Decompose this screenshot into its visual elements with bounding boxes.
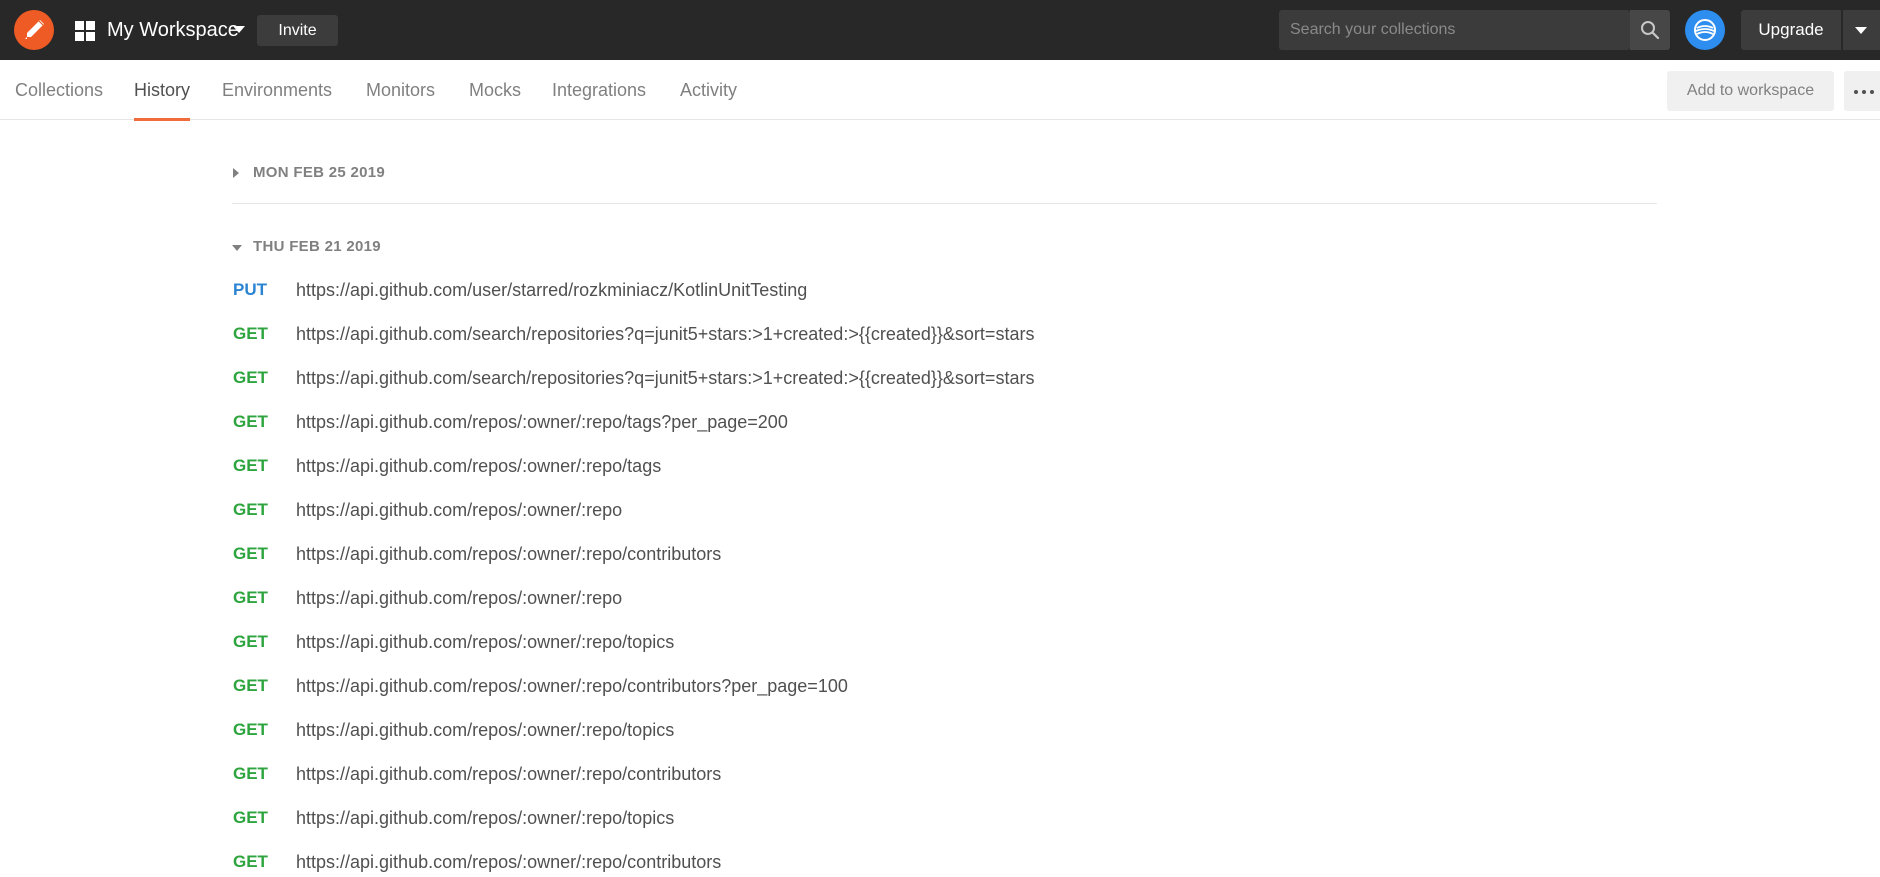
- request-method: GET: [233, 456, 268, 475]
- chevron-down-icon: [1855, 27, 1867, 34]
- request-method: GET: [233, 544, 268, 563]
- grid-icon[interactable]: [75, 21, 95, 41]
- request-url: https://api.github.com/repos/:owner/:rep…: [296, 720, 675, 740]
- history-request-row[interactable]: GET https://api.github.com/repos/:owner/:…: [232, 842, 1657, 877]
- tab-monitors[interactable]: Monitors: [366, 60, 435, 120]
- search-box: [1279, 10, 1630, 50]
- search-icon: [1641, 21, 1660, 40]
- request-url: https://api.github.com/repos/:owner/:rep…: [296, 632, 675, 652]
- request-url: https://api.github.com/repos/:owner/:rep…: [296, 456, 662, 476]
- request-method: GET: [233, 676, 268, 695]
- upgrade-button[interactable]: Upgrade: [1741, 10, 1841, 50]
- request-method: GET: [233, 412, 268, 431]
- request-url: https://api.github.com/search/repositori…: [296, 368, 1035, 388]
- chevron-down-icon[interactable]: [233, 26, 245, 33]
- sync-status-icon[interactable]: [1685, 10, 1725, 50]
- history-request-row[interactable]: GET https://api.github.com/repos/:owner/:…: [232, 798, 1657, 842]
- tab-integrations[interactable]: Integrations: [552, 60, 646, 120]
- history-request-row[interactable]: GET https://api.github.com/repos/:owner/:…: [232, 490, 1657, 534]
- history-group-date[interactable]: MON FEB 25 2019: [253, 161, 385, 185]
- tab-environments[interactable]: Environments: [222, 60, 332, 120]
- request-method: GET: [233, 632, 268, 651]
- search-button[interactable]: [1630, 10, 1670, 50]
- tab-history[interactable]: History: [134, 60, 191, 121]
- history-request-list: PUT https://api.github.com/user/starred/r…: [232, 270, 1657, 877]
- history-request-row[interactable]: GET https://api.github.com/search/reposit…: [232, 358, 1657, 402]
- postman-logo-icon[interactable]: [14, 10, 54, 50]
- history-request-row[interactable]: GET https://api.github.com/repos/:owner/:…: [232, 754, 1657, 798]
- request-url: https://api.github.com/repos/:owner/:rep…: [296, 544, 722, 564]
- request-method: GET: [233, 808, 268, 827]
- invite-button[interactable]: Invite: [257, 15, 338, 46]
- add-to-workspace-button[interactable]: Add to workspace: [1667, 71, 1834, 111]
- top-bar: My Workspace Invite Upgrade: [0, 0, 1880, 60]
- request-method: GET: [233, 324, 268, 343]
- request-url: https://api.github.com/repos/:owner/:rep…: [296, 852, 722, 872]
- request-url: https://api.github.com/repos/:owner/:rep…: [296, 500, 623, 520]
- request-url: https://api.github.com/search/repositori…: [296, 324, 1035, 344]
- request-method: GET: [233, 764, 268, 783]
- request-method: GET: [233, 852, 268, 871]
- workspace-switcher[interactable]: My Workspace: [107, 18, 239, 42]
- tab-activity[interactable]: Activity: [680, 60, 737, 120]
- request-url: https://api.github.com/repos/:owner/:rep…: [296, 412, 788, 432]
- request-method: PUT: [233, 280, 267, 299]
- request-method: GET: [233, 368, 268, 387]
- request-method: GET: [233, 588, 268, 607]
- history-request-row[interactable]: GET https://api.github.com/search/reposit…: [232, 314, 1657, 358]
- more-options-icon[interactable]: [1844, 71, 1880, 111]
- chevron-right-icon[interactable]: [233, 168, 239, 178]
- upgrade-dropdown-button[interactable]: [1843, 10, 1880, 50]
- request-url: https://api.github.com/user/starred/rozk…: [296, 280, 808, 300]
- history-request-row[interactable]: GET https://api.github.com/repos/:owner/:…: [232, 666, 1657, 710]
- history-request-row[interactable]: GET https://api.github.com/repos/:owner/:…: [232, 534, 1657, 578]
- history-request-row[interactable]: GET https://api.github.com/repos/:owner/:…: [232, 446, 1657, 490]
- search-input[interactable]: [1279, 10, 1629, 50]
- chevron-down-icon[interactable]: [232, 245, 242, 251]
- history-group-date[interactable]: THU FEB 21 2019: [253, 235, 381, 259]
- tab-bar: Collections History Environments Monitor…: [0, 60, 1880, 121]
- history-request-row[interactable]: GET https://api.github.com/repos/:owner/:…: [232, 710, 1657, 754]
- history-request-row[interactable]: PUT https://api.github.com/user/starred/r…: [232, 270, 1657, 314]
- tab-mocks[interactable]: Mocks: [469, 60, 521, 120]
- history-request-row[interactable]: GET https://api.github.com/repos/:owner/:…: [232, 578, 1657, 622]
- tab-collections[interactable]: Collections: [15, 60, 103, 120]
- history-request-row[interactable]: GET https://api.github.com/repos/:owner/:…: [232, 622, 1657, 666]
- request-method: GET: [233, 720, 268, 739]
- request-url: https://api.github.com/repos/:owner/:rep…: [296, 764, 722, 784]
- request-url: https://api.github.com/repos/:owner/:rep…: [296, 808, 675, 828]
- request-url: https://api.github.com/repos/:owner/:rep…: [296, 676, 848, 696]
- request-method: GET: [233, 500, 268, 519]
- history-request-row[interactable]: GET https://api.github.com/repos/:owner/:…: [232, 402, 1657, 446]
- request-url: https://api.github.com/repos/:owner/:rep…: [296, 588, 623, 608]
- divider: [232, 203, 1657, 204]
